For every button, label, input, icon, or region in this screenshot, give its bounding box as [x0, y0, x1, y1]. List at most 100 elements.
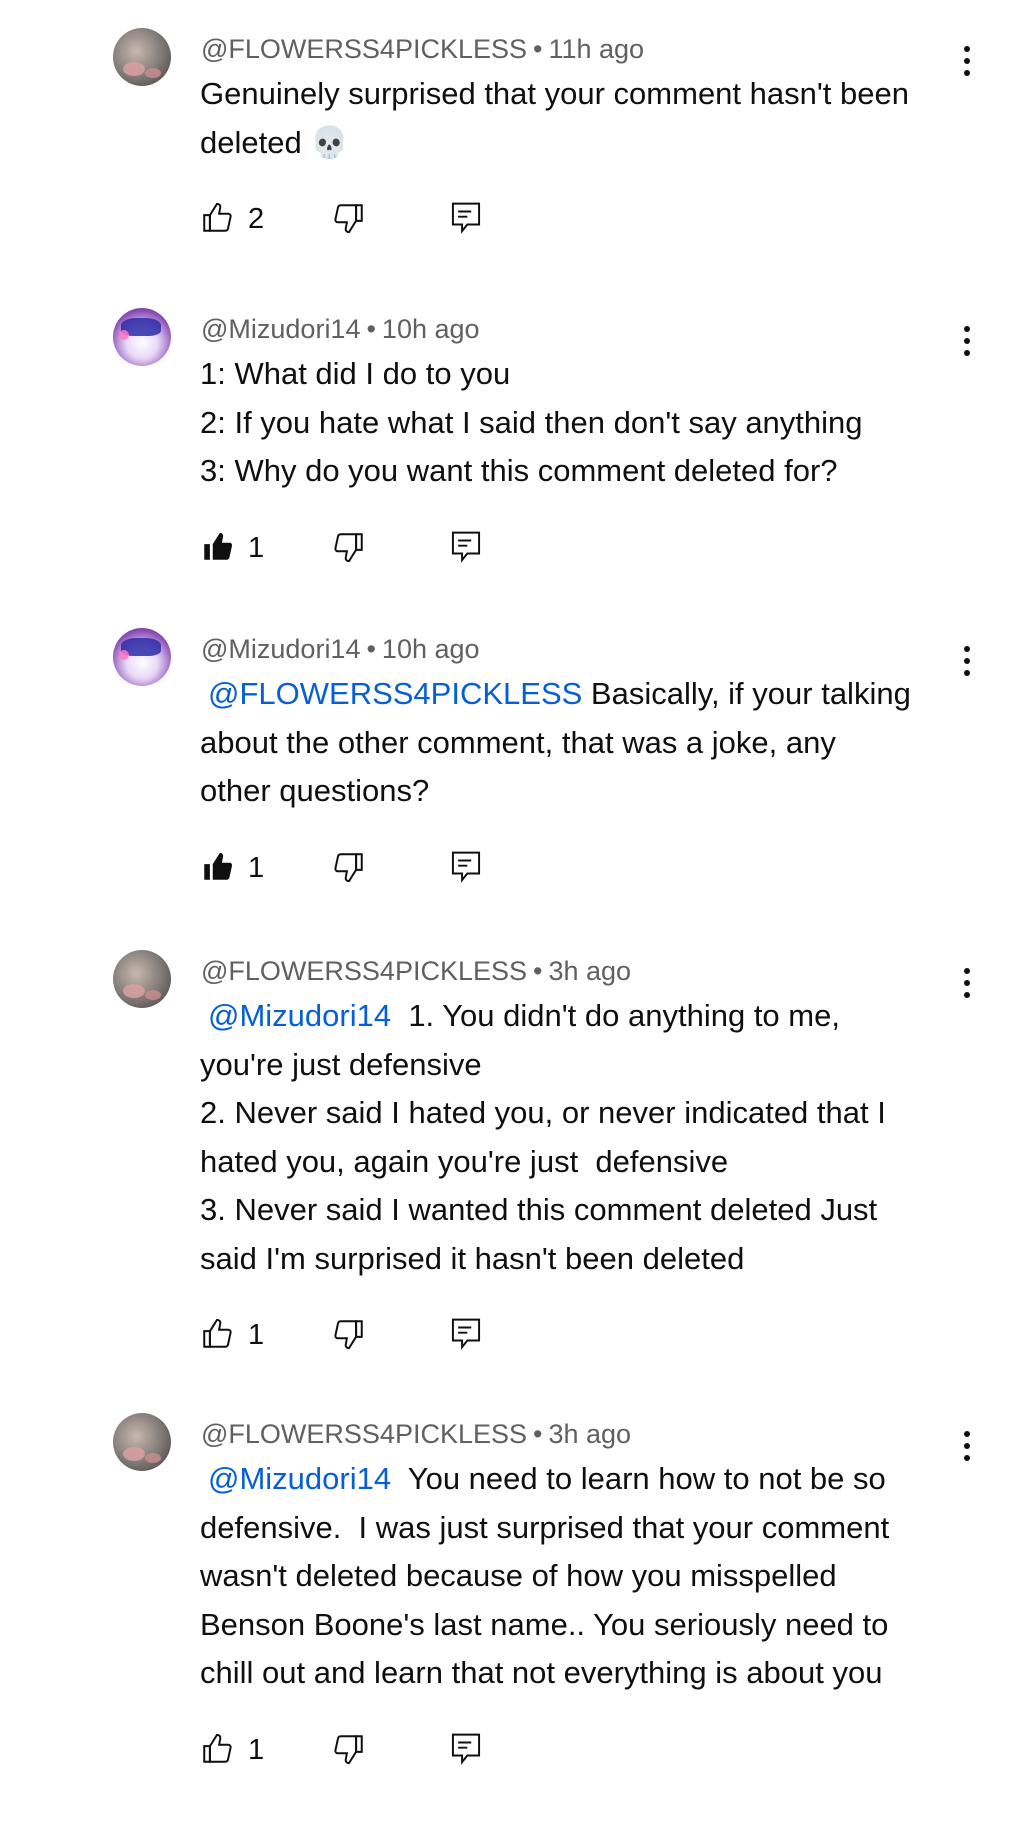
comment-line: chill out and learn that not everything … — [200, 1649, 970, 1698]
comment-text: Genuinely surprised that your comment ha… — [200, 70, 970, 167]
comment-line-text: defensive. I was just surprised that you… — [200, 1509, 890, 1545]
comment-line: 1: What did I do to you — [200, 350, 970, 399]
thumbs-up-icon — [200, 1317, 234, 1351]
comment-line-text: Genuinely surprised that your comment ha… — [200, 76, 909, 111]
like-count: 1 — [248, 1733, 265, 1766]
author-name[interactable]: @FLOWERSS4PICKLESS — [201, 1419, 527, 1449]
comment-line: @Mizudori14 You need to learn how to not… — [200, 1455, 970, 1504]
mention-link[interactable]: @FLOWERSS4PICKLESS — [208, 676, 582, 711]
dislike-button[interactable] — [332, 1732, 366, 1772]
comment-line: deleted 💀 — [200, 119, 970, 168]
comment-line-text: about the other comment, that was a joke… — [200, 724, 836, 760]
like-count: 1 — [248, 1319, 265, 1351]
author-name[interactable]: @FLOWERSS4PICKLESS — [201, 34, 527, 64]
comment-line-text: 3: Why do you want this comment deleted … — [200, 453, 838, 488]
reply-button[interactable] — [450, 1732, 482, 1772]
comment-line-text: 2: If you hate what I said then don't sa… — [200, 404, 863, 440]
dislike-button[interactable] — [332, 850, 366, 890]
thumbs-down-icon — [332, 1317, 366, 1351]
comment-line-text: 1: What did I do to you — [200, 356, 511, 391]
separator-dot: • — [366, 634, 376, 664]
comment-line: @FLOWERSS4PICKLESS Basically, if your ta… — [200, 670, 970, 719]
comment-line: said I'm surprised it hasn't been delete… — [200, 1235, 970, 1284]
timestamp: 3h ago — [548, 956, 632, 986]
thumbs-down-icon — [332, 850, 366, 884]
reply-icon — [450, 1732, 482, 1766]
thumbs-down-icon — [332, 1732, 366, 1766]
comment-line: 3. Never said I wanted this comment dele… — [200, 1186, 970, 1235]
author-name[interactable]: @Mizudori14 — [201, 634, 360, 664]
separator-dot: • — [533, 956, 543, 986]
comment-line-text: chill out and learn that not everything … — [200, 1655, 883, 1690]
timestamp: 3h ago — [548, 1419, 632, 1449]
dislike-button[interactable] — [332, 201, 366, 241]
comment-header: @Mizudori14 • 10h ago — [201, 634, 480, 665]
comment-line: about the other comment, that was a joke… — [200, 719, 970, 768]
comment-text: @FLOWERSS4PICKLESS Basically, if your ta… — [200, 670, 970, 816]
comment-line-text: hated you, again you're just defensive — [200, 1143, 729, 1179]
reply-button[interactable] — [450, 530, 482, 570]
comment-line-text: Basically, if your talking — [582, 676, 911, 711]
comment-line: 3: Why do you want this comment deleted … — [200, 447, 970, 496]
comment-line-text: wasn't deleted because of how you misspe… — [200, 1558, 837, 1593]
comment-line-text: you're just defensive — [200, 1046, 482, 1082]
separator-dot: • — [533, 1419, 543, 1449]
comment-line-text: You need to learn how to not be so — [391, 1461, 886, 1496]
author-name[interactable]: @FLOWERSS4PICKLESS — [201, 956, 527, 986]
comment-line: other questions? — [200, 767, 970, 816]
comment-line-text: Benson Boone's last name.. You seriously… — [200, 1606, 889, 1642]
reply-button[interactable] — [450, 201, 482, 241]
avatar[interactable] — [113, 308, 171, 366]
timestamp: 11h ago — [548, 34, 645, 64]
reply-icon — [450, 1317, 482, 1351]
comment-header: @Mizudori14 • 10h ago — [201, 314, 480, 345]
comment-text: @Mizudori14 You need to learn how to not… — [200, 1455, 970, 1698]
comment-header: @FLOWERSS4PICKLESS • 3h ago — [201, 956, 631, 987]
thumbs-up-icon — [200, 201, 234, 235]
reply-icon — [450, 201, 482, 235]
dislike-button[interactable] — [332, 1317, 366, 1357]
reply-icon — [450, 850, 482, 884]
comment-text: @Mizudori14 1. You didn't do anything to… — [200, 992, 970, 1283]
mention-link[interactable]: @Mizudori14 — [208, 998, 391, 1033]
comment-line-text: 3. Never said I wanted this comment dele… — [200, 1192, 878, 1227]
avatar[interactable] — [113, 628, 171, 686]
comment-line-text: deleted 💀 — [200, 124, 349, 160]
comment-line-text: other questions? — [200, 773, 430, 808]
comment-header: @FLOWERSS4PICKLESS • 11h ago — [201, 34, 644, 65]
thumbs-down-icon — [332, 530, 366, 564]
avatar[interactable] — [113, 1413, 171, 1471]
author-name[interactable]: @Mizudori14 — [201, 314, 360, 344]
reply-button[interactable] — [450, 850, 482, 890]
comment-line: defensive. I was just surprised that you… — [200, 1504, 970, 1553]
like-count: 2 — [248, 203, 265, 235]
comment-line: hated you, again you're just defensive — [200, 1138, 970, 1187]
timestamp: 10h ago — [381, 634, 480, 664]
comment-line-text: 1. You didn't do anything to me, — [391, 998, 840, 1033]
comment-line: Genuinely surprised that your comment ha… — [200, 70, 970, 119]
timestamp: 10h ago — [381, 314, 480, 344]
comment-line: @Mizudori14 1. You didn't do anything to… — [200, 992, 970, 1041]
avatar[interactable] — [113, 950, 171, 1008]
comment-line: you're just defensive — [200, 1041, 970, 1090]
thumbs-up-icon — [200, 1732, 234, 1766]
reply-button[interactable] — [450, 1317, 482, 1357]
like-count: 1 — [248, 851, 265, 884]
dislike-button[interactable] — [332, 530, 366, 570]
reply-icon — [450, 530, 482, 564]
comment-line: wasn't deleted because of how you misspe… — [200, 1552, 970, 1601]
comment-line-text: 2. Never said I hated you, or never indi… — [200, 1095, 886, 1130]
separator-dot: • — [533, 34, 543, 64]
separator-dot: • — [366, 314, 376, 344]
mention-link[interactable]: @Mizudori14 — [208, 1461, 391, 1496]
comment-line: 2. Never said I hated you, or never indi… — [200, 1089, 970, 1138]
comment-text: 1: What did I do to you 2: If you hate wh… — [200, 350, 970, 496]
comment-header: @FLOWERSS4PICKLESS • 3h ago — [201, 1419, 631, 1450]
comment-line-text: said I'm surprised it hasn't been delete… — [200, 1240, 745, 1276]
comment-line: Benson Boone's last name.. You seriously… — [200, 1601, 970, 1650]
comment-line: 2: If you hate what I said then don't sa… — [200, 399, 970, 448]
thumbs-up-filled-icon — [200, 850, 234, 884]
like-count: 1 — [248, 531, 265, 564]
thumbs-down-icon — [332, 201, 366, 235]
avatar[interactable] — [113, 28, 171, 86]
